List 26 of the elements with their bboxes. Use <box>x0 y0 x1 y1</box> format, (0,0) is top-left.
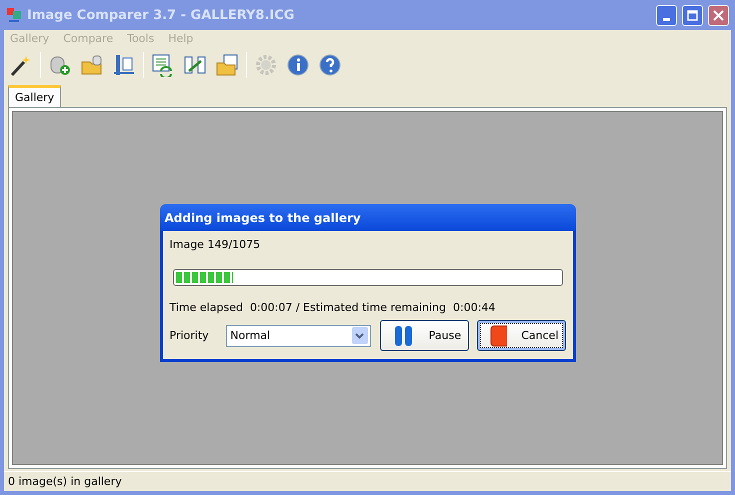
list-refresh-icon <box>151 53 175 77</box>
minimize-button[interactable] <box>656 4 677 26</box>
close-button[interactable] <box>708 4 729 26</box>
time-text: Time elapsed 0:00:07 / Estimated time remaining 0:00:44 <box>170 301 496 314</box>
window-title: Image Comparer 3.7 - GALLERY8.ICG <box>27 8 296 22</box>
stop-icon <box>490 324 508 346</box>
folder-database-icon <box>80 53 104 77</box>
settings-icon <box>254 53 278 77</box>
minimize-icon <box>663 18 670 20</box>
help-icon <box>318 53 342 77</box>
maximize-button[interactable] <box>682 4 703 26</box>
priority-label: Priority <box>170 329 210 342</box>
app-icon <box>6 7 22 23</box>
priority-dropdown[interactable]: Normal <box>226 324 371 346</box>
folder-document-icon <box>215 53 239 77</box>
document-press-icon <box>112 53 136 77</box>
status-bar: 0 image(s) in gallery <box>4 471 731 491</box>
dialog-title: Adding images to the gallery <box>160 204 576 231</box>
pause-button[interactable]: Pause <box>380 320 468 351</box>
maximize-icon <box>687 10 698 20</box>
pause-icon <box>392 324 415 346</box>
tab[interactable]: Gallery <box>8 85 62 107</box>
cancel-button[interactable]: Cancel <box>476 320 566 351</box>
close-icon <box>713 10 724 20</box>
info-icon <box>286 53 310 77</box>
image-counter: Image 149/1075 <box>170 238 262 251</box>
